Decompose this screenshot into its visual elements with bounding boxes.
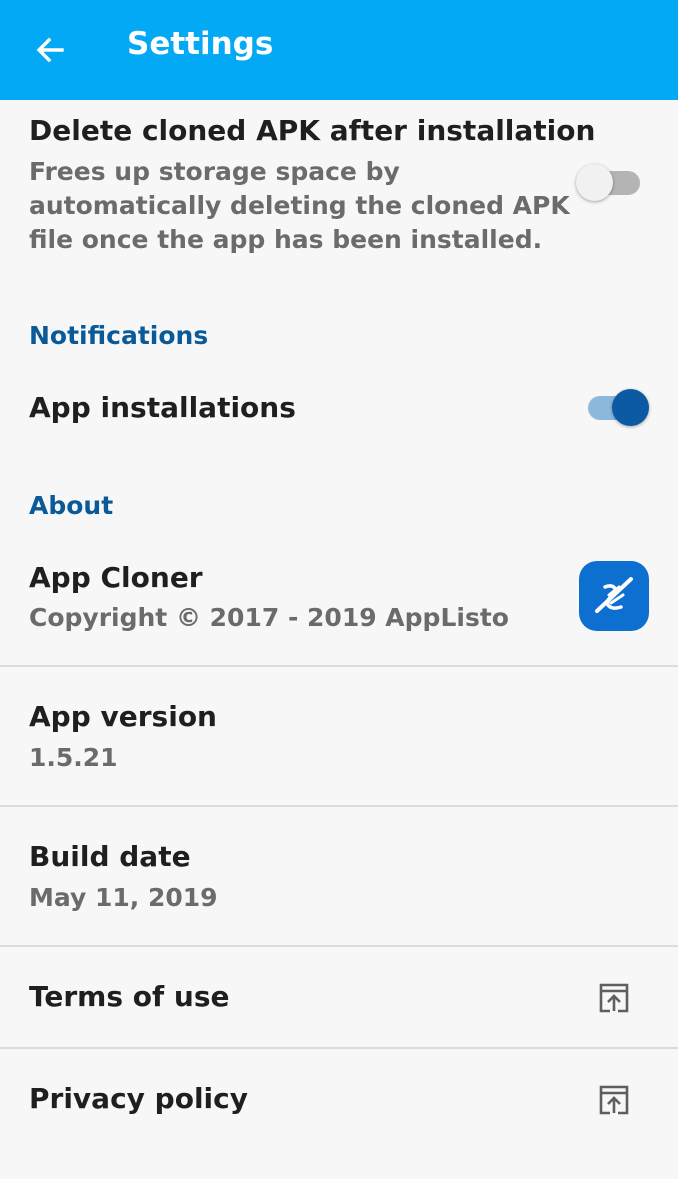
open-external-icon[interactable] [596,1082,632,1118]
toggle-thumb [576,164,613,201]
pref-summary: May 11, 2019 [29,883,218,912]
app-bar: Settings [0,0,678,100]
category-notifications: Notifications [29,321,209,350]
pref-summary-line: automatically deleting the cloned APK [29,191,570,220]
delete-apk-toggle[interactable] [576,163,644,203]
pref-summary: Copyright © 2017 - 2019 AppListo [29,603,509,632]
pref-privacy-policy[interactable]: Privacy policy [0,1049,678,1149]
pref-title: App installations [29,391,296,424]
app-installations-toggle[interactable] [584,388,649,428]
open-external-icon[interactable] [596,980,632,1016]
pref-title: Privacy policy [29,1082,248,1115]
pref-summary: 1.5.21 [29,743,118,772]
pref-summary-line: file once the app has been installed. [29,225,543,254]
pref-title: App Cloner [29,561,203,594]
back-button[interactable] [30,30,70,70]
pref-delete-cloned-apk[interactable]: Delete cloned APK after installation Fre… [0,100,678,280]
pref-summary-line: Frees up storage space by [29,157,400,186]
arrow-left-icon [36,37,64,63]
page-title: Settings [127,26,274,62]
pref-title: Terms of use [29,980,230,1013]
pref-terms-of-use[interactable]: Terms of use [0,947,678,1047]
category-about: About [29,491,114,520]
pref-app-cloner[interactable]: App Cloner Copyright © 2017 - 2019 AppLi… [0,540,678,665]
pref-title: App version [29,700,217,733]
pref-build-date[interactable]: Build date May 11, 2019 [0,807,678,945]
pref-title: Build date [29,840,191,873]
pref-app-version[interactable]: App version 1.5.21 [0,667,678,805]
app-cloner-logo-icon [579,561,649,631]
pref-app-installations[interactable]: App installations [0,370,678,450]
toggle-thumb [612,389,649,426]
pref-title: Delete cloned APK after installation [29,114,596,147]
